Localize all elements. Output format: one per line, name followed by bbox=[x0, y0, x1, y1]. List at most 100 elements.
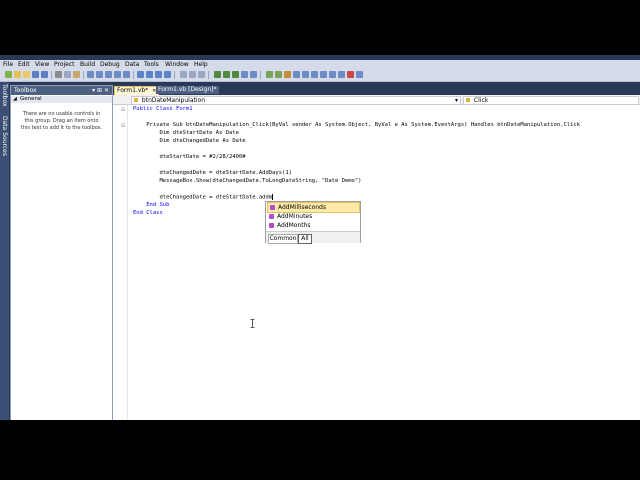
menu-file[interactable]: File bbox=[3, 61, 13, 68]
step-out-icon[interactable] bbox=[232, 71, 239, 78]
solution-explorer-icon[interactable] bbox=[250, 71, 257, 78]
code-text: dteStartDate = #2/28/2400# bbox=[133, 154, 246, 160]
method-dropdown[interactable]: Click bbox=[463, 96, 639, 105]
class-member-selected: btnDateManipulation bbox=[141, 97, 205, 104]
save-icon[interactable] bbox=[32, 71, 39, 78]
class-member-dropdown[interactable]: btnDateManipulation ▾ bbox=[131, 96, 461, 105]
code-line-13: End Sub bbox=[133, 202, 169, 208]
code-text: Public Class Form1 bbox=[133, 106, 193, 112]
step-over-icon[interactable] bbox=[223, 71, 230, 78]
step-into-icon[interactable] bbox=[214, 71, 221, 78]
toolbox-icon[interactable] bbox=[284, 71, 291, 78]
toolbox-title-bar: Toolbox ▾ ⊞ ✕ bbox=[11, 86, 112, 95]
text-cursor-icon bbox=[250, 319, 255, 328]
toolbox-group-label: General bbox=[20, 96, 42, 102]
menu-debug[interactable]: Debug bbox=[100, 61, 120, 68]
code-text: Private Sub btnDateManipulation_Click(By… bbox=[133, 122, 581, 128]
uncomment-icon[interactable] bbox=[105, 71, 112, 78]
toolbox-empty-message-1: There are no usable controls in bbox=[22, 111, 101, 117]
toolbox-tab-label[interactable]: Toolbox bbox=[1, 84, 8, 107]
code-line-12: dteChangedDate = dteStartDate.addm bbox=[133, 194, 274, 201]
toolbar bbox=[0, 69, 640, 82]
intellisense-tab-common[interactable]: Common bbox=[268, 234, 298, 244]
code-line-14: End Class bbox=[133, 210, 163, 216]
undo-icon[interactable] bbox=[137, 71, 144, 78]
code-line-1: Public Class Form1 bbox=[133, 106, 193, 112]
close-window-icon[interactable] bbox=[347, 71, 354, 78]
code-editor[interactable]: btnDateManipulation ▾ Click ⊟ ⊟ Public C… bbox=[113, 95, 640, 420]
toolbar-separator bbox=[133, 71, 134, 79]
error-list-icon[interactable] bbox=[329, 71, 336, 78]
tab-label: Form1.vb [Design]* bbox=[158, 86, 217, 93]
new-project-icon[interactable] bbox=[5, 71, 12, 78]
toolbar-options-icon[interactable] bbox=[356, 71, 363, 78]
cut-icon[interactable] bbox=[55, 71, 62, 78]
menu-tools[interactable]: Tools bbox=[144, 61, 159, 68]
code-line-5: Dim dteChangedDate As Date bbox=[133, 138, 246, 144]
paste-icon[interactable] bbox=[73, 71, 80, 78]
toolbar-separator bbox=[260, 71, 261, 79]
redo-icon[interactable] bbox=[146, 71, 153, 78]
intellisense-item[interactable]: AddMonths bbox=[267, 221, 358, 230]
code-text: Dim dteChangedDate As Date bbox=[133, 138, 246, 144]
task-list-icon[interactable] bbox=[338, 71, 345, 78]
method-selected: Click bbox=[473, 97, 489, 104]
menu-project[interactable]: Project bbox=[54, 61, 75, 68]
find-in-files-icon[interactable] bbox=[241, 71, 248, 78]
menu-window[interactable]: Window bbox=[165, 61, 189, 68]
stop-icon[interactable] bbox=[198, 71, 205, 78]
menu-help[interactable]: Help bbox=[194, 61, 208, 68]
method-icon bbox=[269, 223, 274, 228]
menu-view[interactable]: View bbox=[35, 61, 49, 68]
tab-label: Form1.vb* bbox=[117, 87, 149, 94]
expander-icon: ◢ bbox=[13, 96, 17, 102]
collapse-icon[interactable]: ⊟ bbox=[121, 123, 125, 129]
navigate-back-icon[interactable] bbox=[155, 71, 162, 78]
output-window-icon[interactable] bbox=[320, 71, 327, 78]
code-line-7: dteStartDate = #2/28/2400# bbox=[133, 154, 246, 160]
menu-edit[interactable]: Edit bbox=[18, 61, 30, 68]
indent-icon[interactable] bbox=[114, 71, 121, 78]
text-caret bbox=[272, 194, 274, 200]
toolbar-separator bbox=[174, 71, 175, 79]
extension-manager-icon[interactable] bbox=[302, 71, 309, 78]
properties-icon[interactable] bbox=[266, 71, 273, 78]
event-icon bbox=[134, 98, 138, 102]
toolbar-separator bbox=[51, 71, 52, 79]
tab-form1-design[interactable]: Form1.vb [Design]* bbox=[156, 86, 219, 94]
menu-bar: File Edit View Project Build Debug Data … bbox=[0, 60, 640, 69]
code-text: dteChangedDate = dteStartDate.addm bbox=[133, 194, 273, 201]
start-page-icon[interactable] bbox=[293, 71, 300, 78]
code-text: dteChangedDate = dteStartDate.AddDays(1) bbox=[133, 170, 292, 176]
intellisense-item-label: AddMonths bbox=[277, 222, 311, 229]
navigate-forward-icon[interactable] bbox=[164, 71, 171, 78]
open-file-icon[interactable] bbox=[23, 71, 30, 78]
toolbox-title: Toolbox bbox=[14, 87, 37, 94]
command-window-icon[interactable] bbox=[311, 71, 318, 78]
toolbox-empty-message-3: this text to add it to the toolbox. bbox=[20, 125, 103, 131]
code-line-10: MessageBox.Show(dteChangedDate.ToLongDat… bbox=[133, 178, 361, 184]
copy-icon[interactable] bbox=[64, 71, 71, 78]
menu-data[interactable]: Data bbox=[125, 61, 139, 68]
find-icon[interactable] bbox=[87, 71, 94, 78]
intellisense-item-label: AddMinutes bbox=[277, 213, 313, 220]
pause-icon[interactable] bbox=[189, 71, 196, 78]
data-sources-tab-label[interactable]: Data Sources bbox=[1, 116, 8, 156]
menu-build[interactable]: Build bbox=[80, 61, 95, 68]
method-icon bbox=[270, 205, 275, 210]
add-item-icon[interactable] bbox=[14, 71, 21, 78]
toolbox-window-buttons[interactable]: ▾ ⊞ ✕ bbox=[92, 87, 109, 94]
intellisense-tabs: Common All bbox=[266, 231, 360, 244]
object-browser-icon[interactable] bbox=[275, 71, 282, 78]
toolbar-separator bbox=[208, 71, 209, 79]
intellisense-item[interactable]: AddMinutes bbox=[267, 212, 358, 221]
outdent-icon[interactable] bbox=[123, 71, 130, 78]
save-all-icon[interactable] bbox=[41, 71, 48, 78]
navigation-bar: btnDateManipulation ▾ Click bbox=[113, 95, 640, 105]
start-debugging-icon[interactable] bbox=[180, 71, 187, 78]
intellisense-tab-all[interactable]: All bbox=[298, 234, 312, 244]
collapse-icon[interactable]: ⊟ bbox=[121, 107, 125, 113]
toolbox-group-general[interactable]: ◢ General bbox=[11, 96, 112, 103]
comment-icon[interactable] bbox=[96, 71, 103, 78]
code-line-9: dteChangedDate = dteStartDate.AddDays(1) bbox=[133, 170, 292, 176]
